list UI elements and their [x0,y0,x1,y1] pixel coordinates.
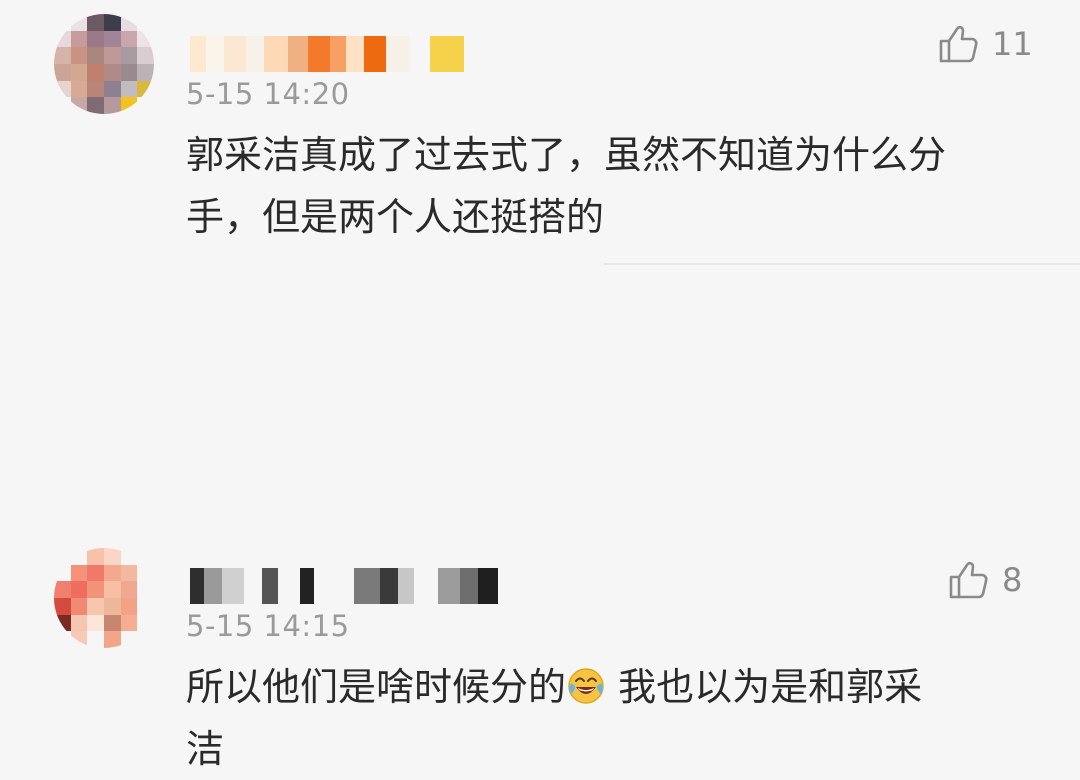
comment-text-segment: 所以他们是啥时候分的 [186,665,567,709]
comment-text-line: 洁 [186,727,225,771]
comment-item: 5-15 14:15 8 所以他们是啥时候分的 我也以为是和郭采 洁 [0,266,1080,771]
avatar[interactable] [54,14,154,114]
avatar[interactable] [54,548,154,648]
username[interactable] [190,568,498,604]
like-count: 11 [992,25,1033,63]
like-button[interactable]: 8 [946,558,1022,602]
comment-text: 郭采洁真成了过去式了，虽然不知道为什么分 手，但是两个人还挺搭的 [186,124,1016,248]
like-button[interactable]: 11 [936,22,1033,66]
username[interactable] [190,36,464,72]
comment-timestamp: 5-15 14:20 [186,77,350,111]
comment-text-line: 郭采洁真成了过去式了，虽然不知道为什么分 [186,133,947,177]
divider [604,263,1080,265]
comment-text-segment: 我也以为是和郭采 [606,665,923,709]
like-count: 8 [1002,561,1023,599]
comment-text-line: 手，但是两个人还挺搭的 [186,195,605,239]
laughing-tears-emoji-icon [568,668,604,704]
thumbs-up-icon [949,561,988,599]
comment-timestamp: 5-15 14:15 [186,609,350,643]
comment-item: 5-15 14:20 11 郭采洁真成了过去式了，虽然不知道为什么分 手，但是两… [0,0,1080,265]
comment-text-line: 所以他们是啥时候分的 我也以为是和郭采 [186,665,922,709]
thumbs-up-icon [939,25,978,63]
comment-text: 所以他们是啥时候分的 我也以为是和郭采 洁 [186,656,1016,780]
